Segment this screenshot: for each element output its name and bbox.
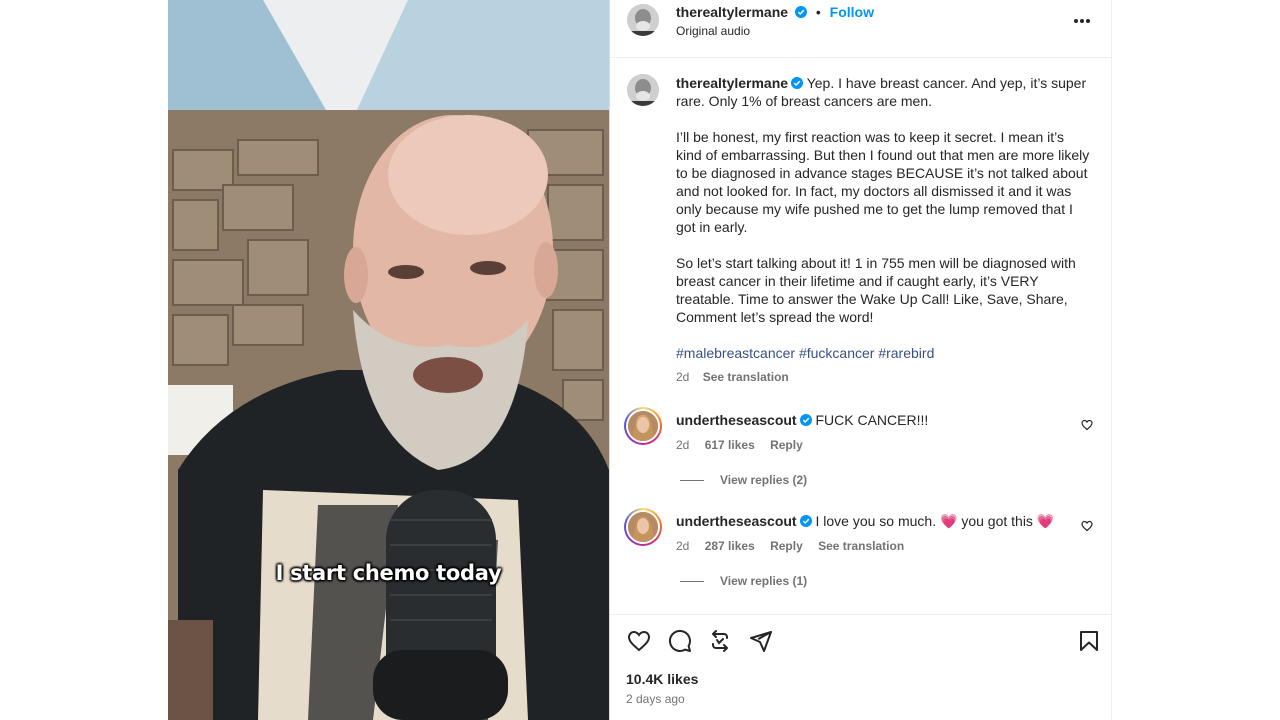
share-icon[interactable] <box>708 629 732 653</box>
caption-username[interactable]: therealtylermane <box>676 75 788 91</box>
comment-like-heart-icon[interactable] <box>1081 520 1093 532</box>
reply-button[interactable]: Reply <box>770 438 803 452</box>
post-likes[interactable]: 10.4K likes <box>626 671 698 687</box>
separator-dot: • <box>815 4 821 20</box>
caption-paragraph-3: So let’s start talking about it! 1 in 75… <box>676 255 1076 325</box>
heart-emoji: 💗 <box>940 514 958 530</box>
comment-2: undertheseascout I love you so much. 💗 y… <box>676 512 1076 531</box>
comment-likes[interactable]: 617 likes <box>705 438 755 452</box>
caption-hashtags[interactable]: #malebreastcancer #fuckcancer #rarebird <box>676 344 1091 362</box>
view-replies-button[interactable]: View replies (1) <box>680 574 807 588</box>
header-divider <box>610 57 1111 58</box>
comment-text: FUCK CANCER!!! <box>815 412 929 428</box>
heart-emoji: 💗 <box>1036 514 1055 530</box>
comment-username[interactable]: undertheseascout <box>676 412 797 428</box>
commenter-avatar[interactable] <box>624 407 662 445</box>
more-options-icon[interactable] <box>1073 10 1095 30</box>
author-username[interactable]: therealtylermane <box>676 4 788 20</box>
actions-divider <box>610 614 1111 615</box>
save-icon[interactable] <box>1077 629 1101 653</box>
caption-meta: 2d See translation <box>676 368 1091 386</box>
commenter-avatar[interactable] <box>624 508 662 546</box>
verified-icon <box>799 414 812 426</box>
comment-text: you got this <box>961 513 1033 529</box>
reel-video[interactable]: I start chemo today <box>168 0 609 720</box>
comment-time: 2d <box>676 539 690 553</box>
caption-time: 2d <box>676 370 690 384</box>
comment-like-heart-icon[interactable] <box>1081 419 1093 431</box>
post-date: 2 days ago <box>626 692 685 706</box>
comment-time: 2d <box>676 438 690 452</box>
caption-paragraph-2: I’ll be honest, my first reaction was to… <box>676 129 1090 235</box>
see-translation-link[interactable]: See translation <box>703 370 789 384</box>
replies-dash <box>680 581 704 583</box>
verified-icon <box>794 6 807 18</box>
view-replies-button[interactable]: View replies (2) <box>680 473 807 487</box>
avatar-image <box>627 4 659 36</box>
follow-button[interactable]: Follow <box>830 4 874 20</box>
post-caption: therealtylermane Yep. I have breast canc… <box>676 74 1091 386</box>
comment-2-meta: 2d 287 likes Reply See translation <box>676 539 916 553</box>
post-panel: therealtylermane • Follow Original audio… <box>609 0 1112 720</box>
reply-button[interactable]: Reply <box>770 539 803 553</box>
view-replies-label: View replies (1) <box>720 574 808 588</box>
comment-1-meta: 2d 617 likes Reply <box>676 438 815 452</box>
avatar-image <box>628 411 658 441</box>
avatar-image <box>627 74 659 106</box>
comment-likes[interactable]: 287 likes <box>705 539 755 553</box>
comment-username[interactable]: undertheseascout <box>676 513 797 529</box>
audio-label[interactable]: Original audio <box>676 24 750 38</box>
like-icon[interactable] <box>627 629 651 653</box>
author-avatar[interactable] <box>627 4 659 36</box>
avatar-image <box>628 512 658 542</box>
see-translation-link[interactable]: See translation <box>818 539 904 553</box>
replies-dash <box>680 480 704 482</box>
video-frame <box>168 0 609 720</box>
verified-icon <box>791 77 804 89</box>
comment-1: undertheseascout FUCK CANCER!!! <box>676 411 1076 429</box>
send-icon[interactable] <box>749 629 773 653</box>
comment-text: I love you so much. <box>815 513 937 529</box>
video-subtitle: I start chemo today <box>275 561 502 585</box>
verified-icon <box>799 515 812 527</box>
comment-icon[interactable] <box>668 629 692 653</box>
post-header: therealtylermane • Follow <box>676 4 874 20</box>
caption-author-avatar[interactable] <box>627 74 659 106</box>
view-replies-label: View replies (2) <box>720 473 808 487</box>
